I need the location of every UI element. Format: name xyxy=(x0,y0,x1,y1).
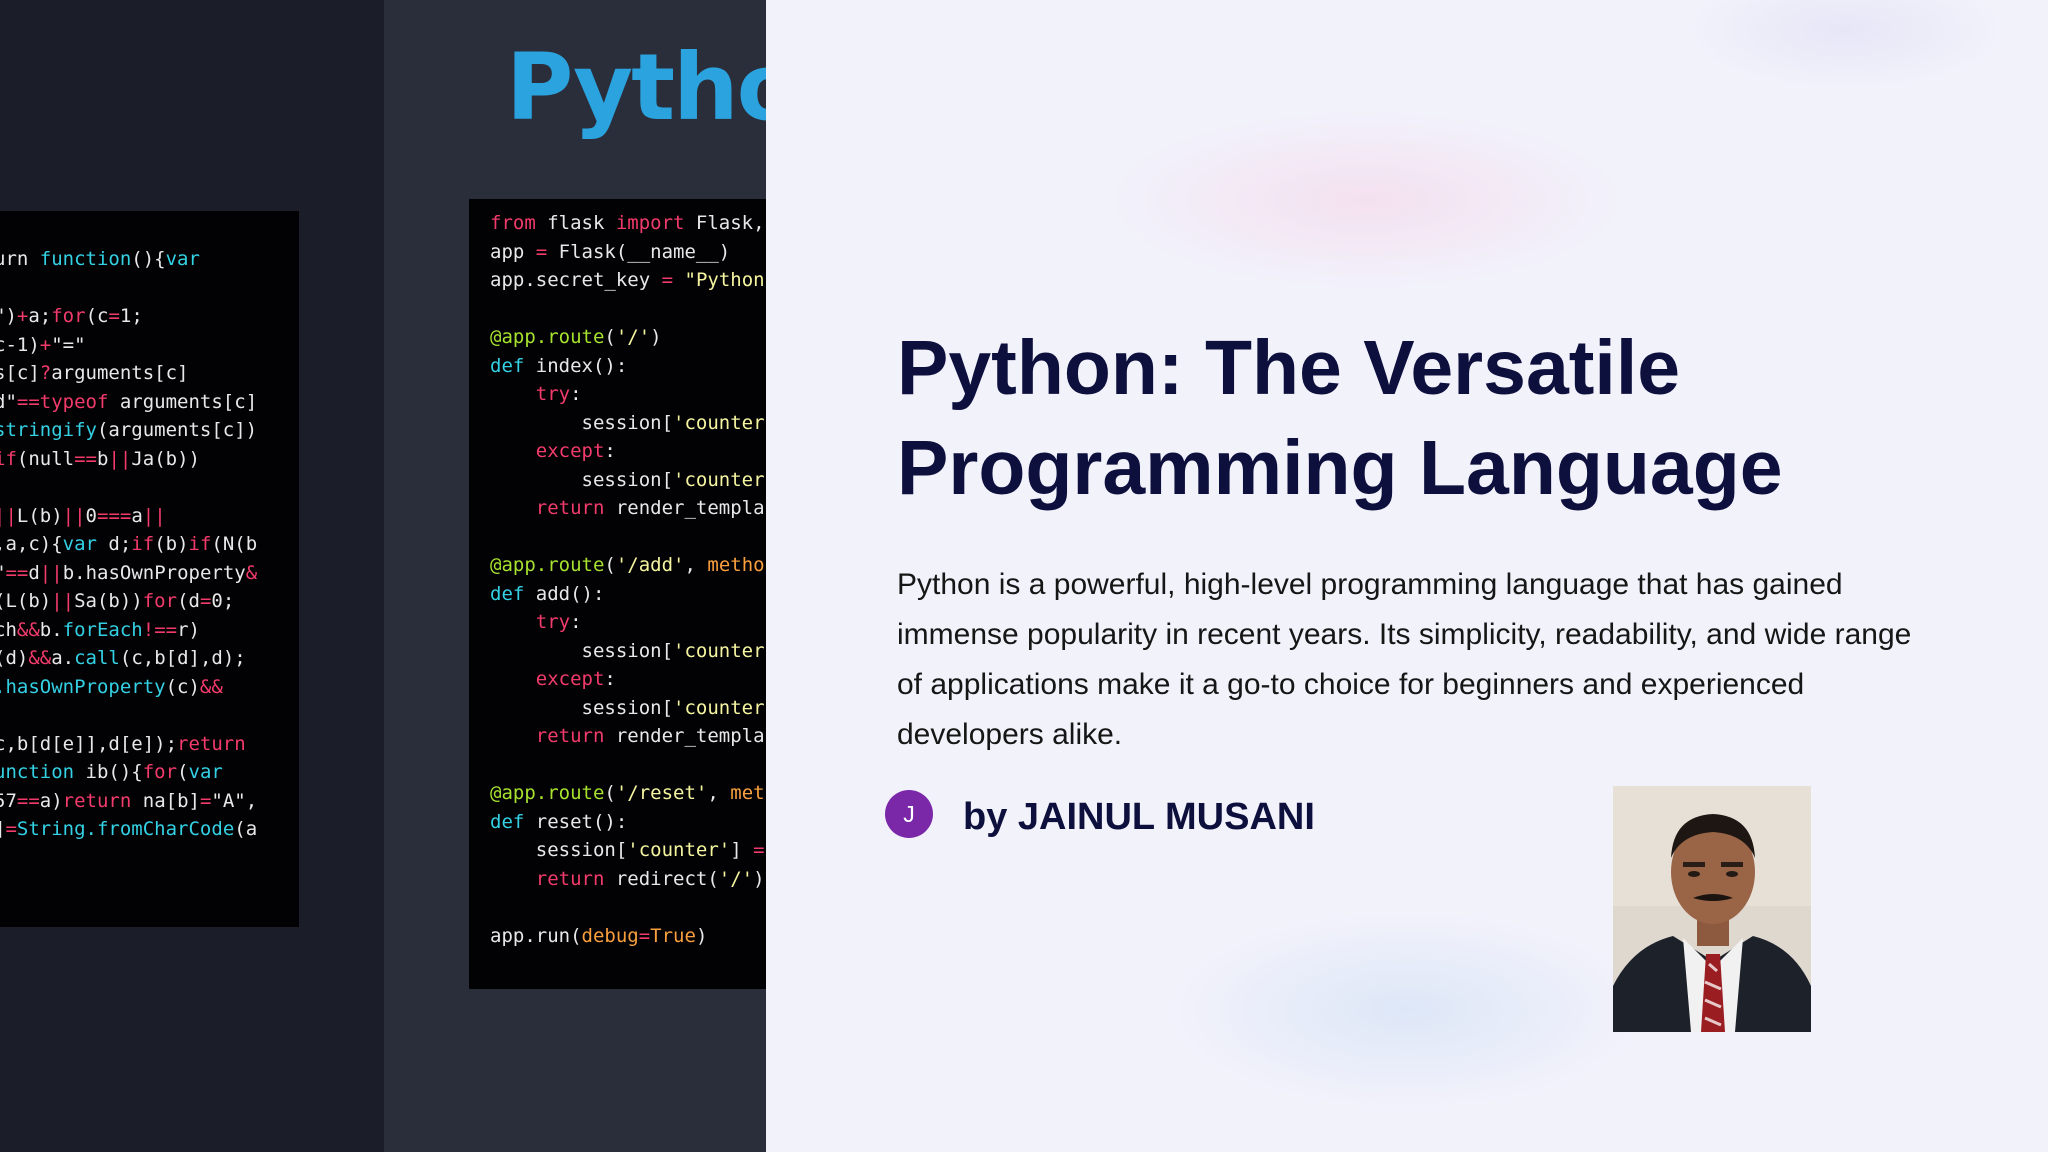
code-line: session['counter'] = xyxy=(490,839,765,861)
slide-title: Python: The Versatile Programming Langua… xyxy=(897,318,1937,518)
code-line: def reset(): xyxy=(490,810,628,833)
python-code-panel: from flask import Flask, app = Flask(__na… xyxy=(469,199,766,989)
code-line: ||L(b)||0===a|| xyxy=(0,504,166,527)
code-line: app.run(debug=True) xyxy=(490,924,708,947)
code-line: 57==a)return na[b]="A", xyxy=(0,789,258,812)
code-line: ,a,c){var d;if(b)if(N(b xyxy=(0,533,258,555)
slide-description: Python is a powerful, high-level program… xyxy=(897,568,1912,751)
code-line: unction ib(){for(var xyxy=(0,761,223,783)
code-line: return render_templa xyxy=(535,497,765,519)
code-line: @app.route('/reset', meth xyxy=(490,782,766,804)
code-line: c-1)+"=" xyxy=(0,333,86,356)
code-line: session['counter xyxy=(490,639,765,662)
code-line: stringify(arguments[c]) xyxy=(0,419,258,441)
author-photo xyxy=(1613,786,1811,1032)
code-line: except: xyxy=(535,668,616,690)
code-line: session['counter xyxy=(490,468,765,491)
code-line: try: xyxy=(535,611,582,633)
code-line: session['counter xyxy=(490,411,765,434)
code-line: urn function(){var xyxy=(0,248,200,270)
code-line: s[c]?arguments[c] xyxy=(0,362,189,384)
javascript-code-panel: urn function(){var ")+a;for(c=1; c-1)+"=" s… xyxy=(0,211,299,927)
code-line: session['counter xyxy=(490,696,765,719)
python-logo-text: Pytho xyxy=(506,34,766,141)
code-line: return redirect('/') xyxy=(535,867,765,890)
slide-content-panel: Python: The Versatile Programming Langua… xyxy=(766,0,2048,1152)
code-line: (d)&&a.call(c,b[d],d); xyxy=(0,647,246,669)
title-line-2: Programming Language xyxy=(897,425,1783,511)
author-byline: by JAINUL MUSANI xyxy=(963,796,1315,838)
code-line: c,b[d[e]],d[e]);return xyxy=(0,732,246,755)
code-line: "==d||b.hasOwnProperty& xyxy=(0,561,258,584)
code-line: @app.route('/add', metho xyxy=(490,554,765,576)
code-line: ]=String.fromCharCode(a xyxy=(0,818,258,840)
portrait-image xyxy=(1613,786,1811,1032)
code-line: app = Flask(__name__) xyxy=(490,240,731,263)
author-avatar: J xyxy=(885,790,933,838)
code-line: def add(): xyxy=(490,582,605,605)
code-line: ")+a;for(c=1; xyxy=(0,305,143,327)
code-line: ch&&b.forEach!==r) xyxy=(0,618,200,641)
code-line: except: xyxy=(535,440,616,462)
code-line: .hasOwnProperty(c)&& xyxy=(0,675,223,698)
code-line: if(null==b||Ja(b)) xyxy=(0,447,200,470)
code-line: return render_templa xyxy=(535,725,765,747)
code-line: try: xyxy=(535,383,582,405)
code-line: from flask import Flask, xyxy=(490,212,765,234)
code-line: @app.route('/') xyxy=(490,326,662,348)
title-line-1: Python: The Versatile xyxy=(897,325,1681,411)
code-line: (L(b)||Sa(b))for(d=0; xyxy=(0,590,235,612)
code-line: app.secret_key = "Python xyxy=(490,269,765,291)
code-line: d"==typeof arguments[c] xyxy=(0,390,258,413)
code-line: def index(): xyxy=(490,354,628,377)
background-code-image: Pytho urn function(){var ")+a;for(c=1; c-1… xyxy=(0,0,766,1152)
